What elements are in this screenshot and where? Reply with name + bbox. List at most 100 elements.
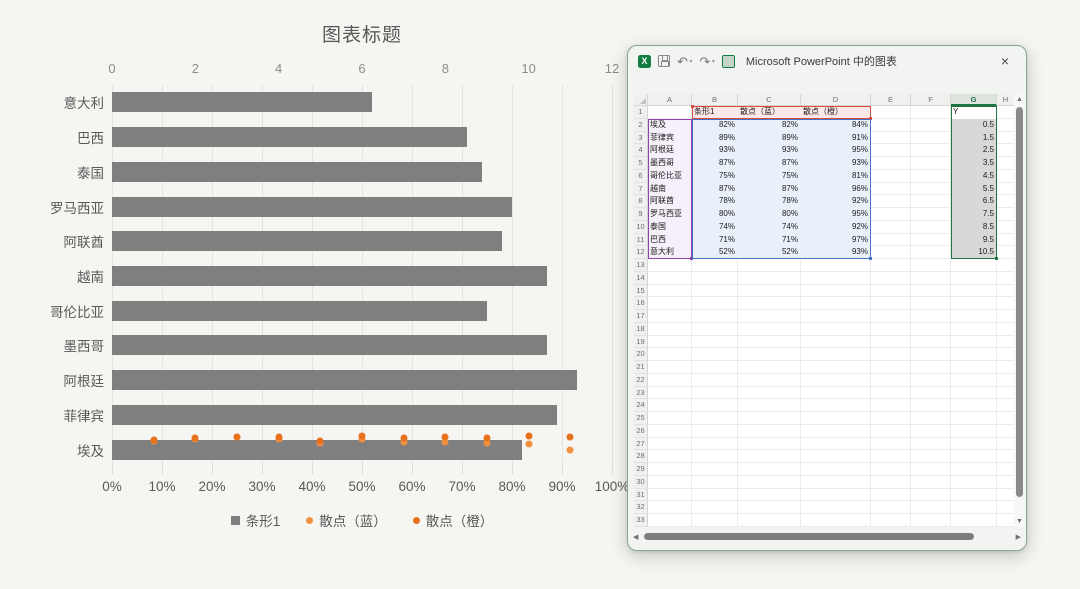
cell-D7[interactable]: 96%: [801, 183, 871, 196]
row-header-12[interactable]: 12: [634, 246, 648, 259]
cell-G9[interactable]: 7.5: [951, 208, 997, 221]
row-header-8[interactable]: 8: [634, 195, 648, 208]
row-header-19[interactable]: 19: [634, 336, 648, 349]
column-header-H[interactable]: H: [997, 94, 1015, 106]
row-header-13[interactable]: 13: [634, 259, 648, 272]
column-header-G[interactable]: G: [951, 94, 997, 106]
row-header-21[interactable]: 21: [634, 361, 648, 374]
cell-A2[interactable]: 埃及: [648, 119, 692, 132]
cell-D10[interactable]: 92%: [801, 221, 871, 234]
cell-B4[interactable]: 93%: [692, 144, 738, 157]
cell-D5[interactable]: 93%: [801, 157, 871, 170]
scroll-up-icon[interactable]: ▲: [1016, 96, 1023, 103]
cell-B7[interactable]: 87%: [692, 183, 738, 196]
cell-D6[interactable]: 81%: [801, 170, 871, 183]
column-header-D[interactable]: D: [801, 94, 871, 106]
cell-B9[interactable]: 80%: [692, 208, 738, 221]
horizontal-scrollbar-thumb[interactable]: [644, 533, 974, 540]
cell-C1[interactable]: 散点（蓝）: [738, 106, 801, 119]
cell-B6[interactable]: 75%: [692, 170, 738, 183]
row-header-29[interactable]: 29: [634, 463, 648, 476]
column-header-A[interactable]: A: [648, 94, 692, 106]
cell-B10[interactable]: 74%: [692, 221, 738, 234]
row-header-11[interactable]: 11: [634, 234, 648, 247]
redo-icon[interactable]: ↷▾: [699, 55, 714, 68]
cell-A9[interactable]: 罗马西亚: [648, 208, 692, 221]
cell-A5[interactable]: 墨西哥: [648, 157, 692, 170]
row-header-31[interactable]: 31: [634, 489, 648, 502]
cell-B11[interactable]: 71%: [692, 234, 738, 247]
cell-C5[interactable]: 87%: [738, 157, 801, 170]
cell-A10[interactable]: 泰国: [648, 221, 692, 234]
cell-G12[interactable]: 10.5: [951, 246, 997, 259]
cell-C10[interactable]: 74%: [738, 221, 801, 234]
column-header-C[interactable]: C: [738, 94, 801, 106]
row-header-24[interactable]: 24: [634, 399, 648, 412]
cell-C12[interactable]: 52%: [738, 246, 801, 259]
row-header-14[interactable]: 14: [634, 272, 648, 285]
cell-D12[interactable]: 93%: [801, 246, 871, 259]
row-header-17[interactable]: 17: [634, 310, 648, 323]
cell-D9[interactable]: 95%: [801, 208, 871, 221]
row-header-2[interactable]: 2: [634, 119, 648, 132]
cell-G10[interactable]: 8.5: [951, 221, 997, 234]
row-header-6[interactable]: 6: [634, 170, 648, 183]
cell-G5[interactable]: 3.5: [951, 157, 997, 170]
cell-D4[interactable]: 95%: [801, 144, 871, 157]
cell-B1[interactable]: 条形1: [692, 106, 738, 119]
close-icon[interactable]: ×: [996, 52, 1014, 70]
vertical-scrollbar-thumb[interactable]: [1016, 107, 1023, 497]
cell-A7[interactable]: 越南: [648, 183, 692, 196]
cell-B12[interactable]: 52%: [692, 246, 738, 259]
row-header-33[interactable]: 33: [634, 514, 648, 527]
cell-G1[interactable]: Y: [951, 106, 997, 119]
cell-C4[interactable]: 93%: [738, 144, 801, 157]
cell-G2[interactable]: 0.5: [951, 119, 997, 132]
row-header-23[interactable]: 23: [634, 387, 648, 400]
horizontal-scrollbar[interactable]: ◀ ▶: [632, 531, 1022, 543]
cell-A4[interactable]: 阿根廷: [648, 144, 692, 157]
row-header-9[interactable]: 9: [634, 208, 648, 221]
row-header-18[interactable]: 18: [634, 323, 648, 336]
row-header-15[interactable]: 15: [634, 285, 648, 298]
row-header-32[interactable]: 32: [634, 501, 648, 514]
row-header-10[interactable]: 10: [634, 221, 648, 234]
row-header-1[interactable]: 1: [634, 106, 648, 119]
row-header-22[interactable]: 22: [634, 374, 648, 387]
cell-C9[interactable]: 80%: [738, 208, 801, 221]
row-header-5[interactable]: 5: [634, 157, 648, 170]
cell-A12[interactable]: 意大利: [648, 246, 692, 259]
row-header-28[interactable]: 28: [634, 450, 648, 463]
row-header-20[interactable]: 20: [634, 348, 648, 361]
row-header-27[interactable]: 27: [634, 438, 648, 451]
select-all-corner[interactable]: [634, 94, 648, 106]
cell-C8[interactable]: 78%: [738, 195, 801, 208]
row-header-25[interactable]: 25: [634, 412, 648, 425]
cell-G3[interactable]: 1.5: [951, 132, 997, 145]
cell-A8[interactable]: 阿联酋: [648, 195, 692, 208]
cell-G7[interactable]: 5.5: [951, 183, 997, 196]
cell-D11[interactable]: 97%: [801, 234, 871, 247]
sheet-window-titlebar[interactable]: X ↶▾ ↷▾ Microsoft PowerPoint 中的图表 ×: [628, 46, 1026, 76]
cell-B5[interactable]: 87%: [692, 157, 738, 170]
cell-B8[interactable]: 78%: [692, 195, 738, 208]
table-icon[interactable]: [722, 55, 735, 68]
cell-C7[interactable]: 87%: [738, 183, 801, 196]
cell-D8[interactable]: 92%: [801, 195, 871, 208]
cell-B3[interactable]: 89%: [692, 132, 738, 145]
cell-C2[interactable]: 82%: [738, 119, 801, 132]
undo-icon[interactable]: ↶▾: [677, 55, 692, 68]
save-icon[interactable]: [658, 55, 670, 67]
cell-G8[interactable]: 6.5: [951, 195, 997, 208]
cell-G4[interactable]: 2.5: [951, 144, 997, 157]
cell-A3[interactable]: 菲律宾: [648, 132, 692, 145]
scroll-right-icon[interactable]: ▶: [1016, 533, 1021, 541]
scroll-down-icon[interactable]: ▼: [1016, 518, 1023, 525]
cell-A6[interactable]: 哥伦比亚: [648, 170, 692, 183]
cell-G6[interactable]: 4.5: [951, 170, 997, 183]
cell-B2[interactable]: 82%: [692, 119, 738, 132]
vertical-scrollbar[interactable]: ▲ ▼: [1014, 94, 1025, 527]
column-header-F[interactable]: F: [911, 94, 951, 106]
row-header-3[interactable]: 3: [634, 132, 648, 145]
cell-D1[interactable]: 散点（橙）: [801, 106, 871, 119]
